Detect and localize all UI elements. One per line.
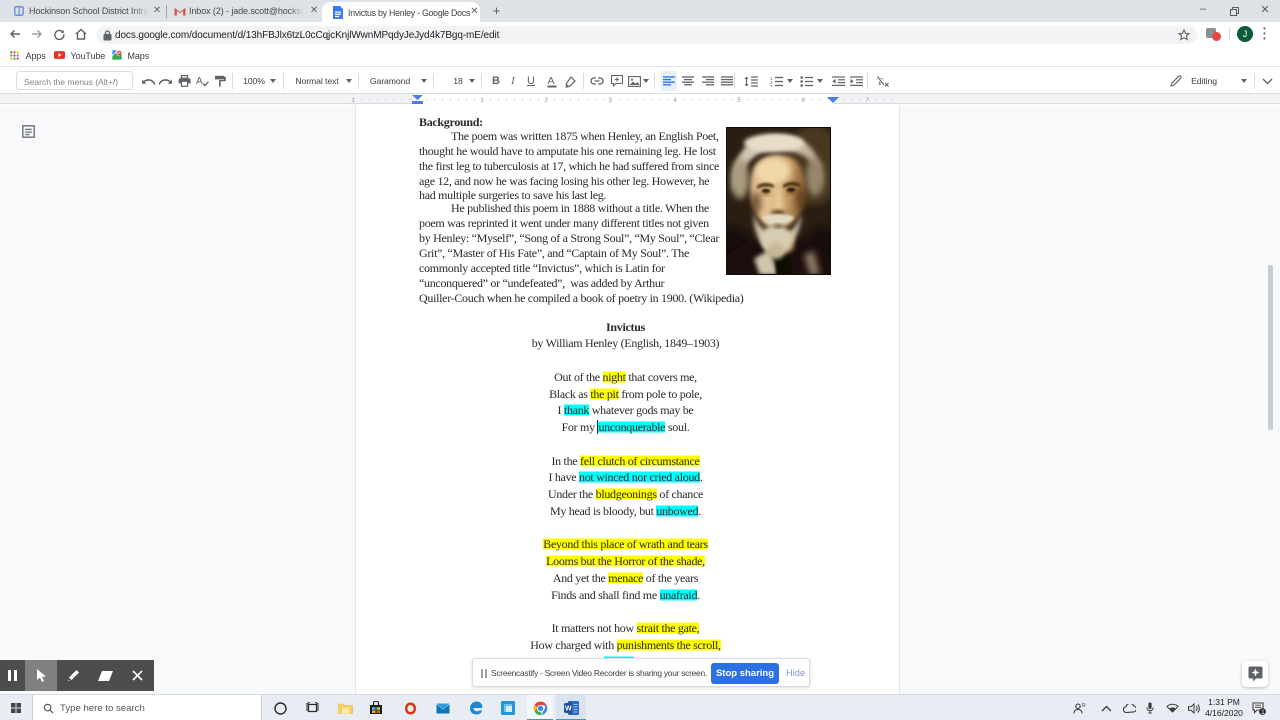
svg-text:2: 2: [544, 97, 548, 104]
svg-text:1: 1: [480, 97, 484, 104]
svg-text:3: 3: [770, 84, 773, 87]
svg-text:A: A: [547, 75, 554, 87]
svg-text:1: 1: [351, 97, 355, 104]
svg-text:W: W: [565, 706, 572, 713]
svg-text:7: 7: [865, 97, 869, 104]
svg-text:5: 5: [737, 97, 741, 104]
svg-text:3: 3: [608, 97, 612, 104]
svg-text:A: A: [196, 76, 203, 87]
svg-text:6: 6: [801, 97, 805, 104]
svg-text:R: R: [1082, 703, 1086, 709]
svg-text:4: 4: [673, 97, 677, 104]
